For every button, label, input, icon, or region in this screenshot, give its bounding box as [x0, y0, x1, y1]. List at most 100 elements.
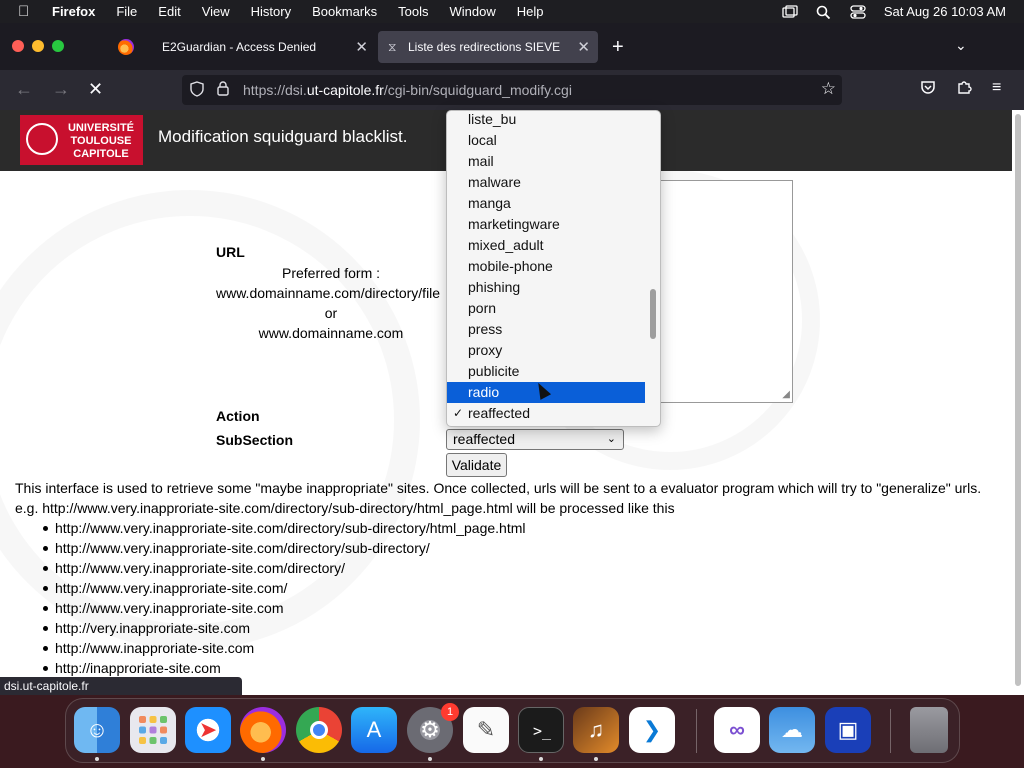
list-all-tabs-chevron-icon[interactable]: ⌄ [955, 37, 967, 54]
apple-menu-icon[interactable]:  [18, 3, 38, 20]
running-indicator [539, 757, 543, 761]
safari-icon[interactable]: ➤ [185, 707, 231, 753]
url-textarea[interactable]: ◢ [640, 180, 793, 403]
preferred-form-label: Preferred form : [281, 265, 381, 281]
menu-app-name[interactable]: Firefox [52, 4, 95, 19]
menu-history[interactable]: History [251, 4, 291, 19]
dropdown-option[interactable]: manga [447, 193, 645, 214]
trash-icon[interactable] [910, 707, 948, 753]
bookmark-star-icon[interactable]: ☆ [821, 79, 836, 99]
menu-window[interactable]: Window [450, 4, 496, 19]
list-item: http://www.very.inapproriate-site.com/di… [40, 538, 525, 558]
cloud-icon: ☁ [781, 717, 803, 742]
launchpad-icon[interactable] [130, 707, 176, 753]
back-arrow-icon[interactable]: ← [15, 79, 33, 100]
tab-sieve-active[interactable]: ⧖ Liste des redirections SIEVE ✕ [378, 31, 598, 63]
firefox-view-icon[interactable] [118, 39, 134, 55]
menu-help[interactable]: Help [517, 4, 544, 19]
weather-icon[interactable]: ☁ [769, 707, 815, 753]
navigation-toolbar: ← → ✕ https://dsi.ut-capitole.fr/cgi-bin… [0, 70, 1024, 110]
subsection-dropdown-popup[interactable]: liste_bu local mail malware manga market… [446, 110, 661, 427]
scrollbar-thumb[interactable] [1015, 114, 1021, 686]
compass-needle-icon: ➤ [198, 717, 218, 742]
macos-dock: ☺ ➤ A ⚙ 1 ✎ >_ ♫ ❯ ∞ ☁ ▣ [65, 698, 960, 763]
dropdown-option[interactable]: malware [447, 172, 645, 193]
terminal-icon[interactable]: >_ [518, 707, 564, 753]
dropdown-option[interactable]: local [447, 130, 645, 151]
menu-tools[interactable]: Tools [398, 4, 428, 19]
menu-bookmarks[interactable]: Bookmarks [312, 4, 377, 19]
tracking-protection-shield-icon[interactable] [190, 81, 204, 100]
menu-view[interactable]: View [202, 4, 230, 19]
padlock-icon[interactable] [217, 81, 229, 99]
dropdown-option[interactable]: phishing [447, 277, 645, 298]
dropdown-scrollbar-thumb[interactable] [650, 289, 656, 339]
hamburger-menu-icon[interactable]: ≡ [992, 79, 1001, 97]
control-center-icon[interactable] [850, 4, 866, 19]
pocket-icon[interactable] [920, 79, 936, 100]
subsection-label: SubSection [216, 432, 294, 448]
dropdown-option[interactable]: proxy [447, 340, 645, 361]
window-close-button[interactable] [12, 40, 24, 52]
new-tab-plus-icon[interactable]: + [612, 36, 624, 59]
generalized-url-list: http://www.very.inapproriate-site.com/di… [40, 518, 525, 678]
vscode-icon[interactable]: ❯ [629, 707, 675, 753]
window-minimize-button[interactable] [32, 40, 44, 52]
stop-loading-icon[interactable]: ✕ [88, 79, 103, 100]
tab-e2guardian[interactable]: E2Guardian - Access Denied ✕ [148, 31, 376, 63]
dropdown-option[interactable]: mixed_adult [447, 235, 645, 256]
url-domain: ut-capitole.fr [306, 82, 384, 98]
remote-desktop-icon[interactable]: ▣ [825, 707, 871, 753]
action-label: Action [216, 408, 260, 424]
url-example-1: www.domainname.com/directory/file [216, 285, 441, 301]
system-settings-icon[interactable]: ⚙ 1 [407, 703, 459, 753]
window-zoom-button[interactable] [52, 40, 64, 52]
subsection-select[interactable]: reaffected ⌄ [446, 429, 624, 450]
dropdown-option[interactable]: mail [447, 151, 645, 172]
tab-close-icon[interactable]: ✕ [577, 38, 590, 56]
visual-studio-icon[interactable]: ∞ [714, 707, 760, 753]
dropdown-option[interactable]: publicite [447, 361, 645, 382]
example-text: e.g. http://www.very.inapproriate-site.c… [15, 500, 675, 516]
firefox-icon[interactable] [240, 707, 286, 753]
guitar-icon: ♫ [587, 717, 605, 742]
dropdown-option[interactable]: mobile-phone [447, 256, 645, 277]
chrome-icon[interactable] [296, 707, 342, 753]
tab-close-icon[interactable]: ✕ [355, 38, 368, 56]
dropdown-option[interactable]: press [447, 319, 645, 340]
menu-bar-clock[interactable]: Sat Aug 26 10:03 AM [884, 4, 1006, 19]
url-example-2: www.domainname.com [258, 325, 404, 341]
resize-grip-icon[interactable]: ◢ [782, 389, 790, 400]
url-prefix: https://dsi. [243, 82, 307, 98]
dropdown-option-checked[interactable]: ✓ reaffected [447, 403, 645, 424]
link-status-tooltip: dsi.ut-capitole.fr [0, 677, 242, 695]
list-item: http://very.inapproriate-site.com [40, 618, 525, 638]
screen-mirroring-icon[interactable] [782, 4, 798, 19]
url-field-label: URL [216, 244, 245, 260]
forward-arrow-icon[interactable]: → [52, 79, 70, 100]
description-text: This interface is used to retrieve some … [15, 480, 982, 496]
pen-icon: ✎ [476, 717, 496, 742]
tab-label: Liste des redirections SIEVE [408, 40, 561, 54]
dropdown-options: liste_bu local mail malware manga market… [447, 111, 645, 424]
menu-file[interactable]: File [116, 4, 137, 19]
macos-menu-bar:  Firefox File Edit View History Bookmar… [0, 0, 1024, 23]
dropdown-option[interactable]: liste_bu [447, 111, 645, 130]
address-bar[interactable]: https://dsi.ut-capitole.fr/cgi-bin/squid… [182, 75, 842, 105]
validate-button[interactable]: Validate [446, 453, 507, 477]
spotlight-search-icon[interactable] [816, 5, 832, 19]
app-store-icon[interactable]: A [351, 707, 397, 753]
list-item: http://inapproriate-site.com [40, 658, 525, 678]
address-url-text[interactable]: https://dsi.ut-capitole.fr/cgi-bin/squid… [243, 82, 572, 98]
dropdown-option[interactable]: porn [447, 298, 645, 319]
menu-edit[interactable]: Edit [158, 4, 180, 19]
university-logo[interactable]: UNIVERSITÉ TOULOUSE CAPITOLE [20, 115, 143, 165]
page-vertical-scrollbar[interactable] [1012, 110, 1024, 695]
garageband-icon[interactable]: ♫ [573, 707, 619, 753]
logo-text: UNIVERSITÉ TOULOUSE CAPITOLE [67, 122, 134, 160]
finder-icon[interactable]: ☺ [74, 707, 120, 753]
dropdown-option[interactable]: marketingware [447, 214, 645, 235]
extensions-puzzle-icon[interactable] [956, 79, 972, 100]
textedit-icon[interactable]: ✎ [463, 707, 509, 753]
tab-label: E2Guardian - Access Denied [162, 40, 317, 54]
